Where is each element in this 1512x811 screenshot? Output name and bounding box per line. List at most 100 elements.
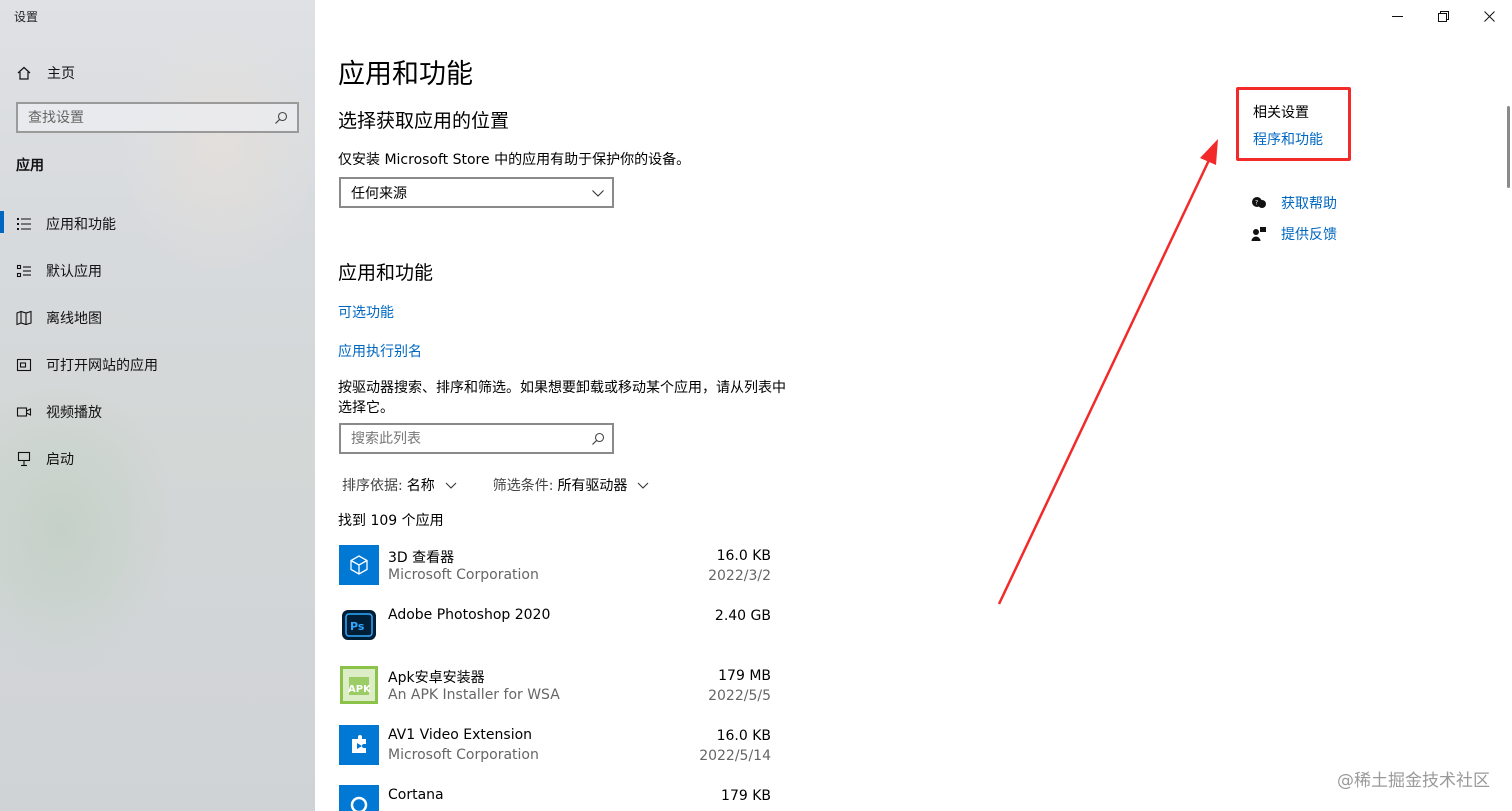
default-apps-icon (16, 263, 32, 279)
offline-maps-icon (16, 310, 32, 326)
app-execution-alias-link[interactable]: 应用执行别名 (338, 341, 422, 361)
startup-icon (16, 451, 32, 467)
app-size: 179 MB (718, 668, 771, 684)
svg-text:Ps: Ps (350, 620, 365, 633)
video-playback-icon (16, 404, 32, 420)
cortana-icon (339, 785, 379, 811)
programs-and-features-link[interactable]: 程序和功能 (1253, 129, 1323, 149)
sidebar-item-apps-features[interactable]: 应用和功能 (0, 200, 315, 247)
av1-extension-icon (339, 725, 379, 765)
sort-dropdown[interactable]: 排序依据: 名称 (342, 475, 459, 495)
app-name: Apk安卓安装器 (388, 670, 485, 686)
source-section-description: 仅安装 Microsoft Store 中的应用有助于保护你的设备。 (338, 152, 691, 168)
apps-features-icon (16, 216, 32, 232)
chevron-down-icon (590, 185, 606, 201)
help-chat-icon: ? (1251, 195, 1267, 211)
apps-for-websites-icon (16, 357, 32, 373)
source-section-heading: 选择获取应用的位置 (338, 110, 510, 132)
home-nav-item[interactable]: 主页 (16, 62, 296, 84)
app-date: 2022/3/2 (708, 568, 771, 584)
close-button[interactable] (1466, 0, 1512, 32)
photoshop-icon: Ps (339, 605, 379, 645)
sort-value: 名称 (406, 478, 435, 494)
svg-text:?: ? (1255, 200, 1258, 207)
close-icon (1483, 7, 1495, 26)
restore-icon (1437, 7, 1449, 26)
window-controls (1374, 0, 1512, 32)
app-size: 2.40 GB (714, 608, 771, 624)
minimize-icon (1391, 7, 1403, 26)
app-size: 179 KB (721, 788, 771, 804)
app-size: 16.0 KB (716, 728, 771, 744)
page-title: 应用和功能 (338, 59, 473, 90)
filter-value: 所有驱动器 (557, 478, 628, 494)
app-list-item[interactable]: 3D 查看器 Microsoft Corporation 16.0 KB 202… (339, 545, 771, 605)
main-content: 应用和功能 选择获取应用的位置 仅安装 Microsoft Store 中的应用… (315, 0, 1512, 811)
window-title: 设置 (14, 10, 39, 24)
settings-search-input[interactable] (28, 109, 258, 126)
app-name: Adobe Photoshop 2020 (388, 607, 551, 623)
apk-installer-icon: APK (339, 665, 379, 705)
search-icon[interactable] (273, 110, 289, 126)
give-feedback-label: 提供反馈 (1281, 227, 1337, 243)
chevron-down-icon (635, 477, 651, 493)
app-publisher: An APK Installer for WSA (388, 687, 560, 703)
app-list-search-box[interactable] (339, 423, 614, 454)
app-list-item[interactable]: AV1 Video Extension Microsoft Corporatio… (339, 725, 771, 785)
app-list-item[interactable]: Ps Adobe Photoshop 2020 2.40 GB (339, 605, 771, 665)
app-list: 3D 查看器 Microsoft Corporation 16.0 KB 202… (339, 545, 771, 811)
scrollbar[interactable] (1507, 106, 1510, 188)
sort-key-label: 排序依据: (342, 478, 403, 494)
app-publisher: Microsoft Corporation (388, 747, 539, 763)
settings-search-box[interactable] (16, 102, 299, 133)
search-icon[interactable] (590, 431, 606, 447)
app-name: 3D 查看器 (388, 550, 455, 566)
app-count-text: 找到 109 个应用 (338, 513, 444, 529)
sidebar-nav: 应用和功能 默认应用 离线地图 可打开网站的应用 视频播放 启动 (0, 200, 315, 482)
related-settings-title: 相关设置 (1253, 105, 1309, 121)
sidebar-item-label: 启动 (46, 451, 74, 468)
app-size: 16.0 KB (716, 548, 771, 564)
apps-section-heading: 应用和功能 (338, 262, 434, 284)
app-date: 2022/5/5 (708, 688, 771, 704)
sidebar-item-apps-for-websites[interactable]: 可打开网站的应用 (0, 341, 315, 388)
sidebar-item-label: 离线地图 (46, 310, 102, 327)
sidebar-item-label: 视频播放 (46, 404, 102, 421)
sidebar-section-label: 应用 (16, 158, 44, 174)
feedback-person-icon (1251, 226, 1267, 242)
svg-text:APK: APK (348, 684, 372, 695)
app-name: Cortana (388, 787, 444, 803)
sidebar-item-startup[interactable]: 启动 (0, 435, 315, 482)
3d-viewer-icon (339, 545, 379, 585)
restore-button[interactable] (1420, 0, 1466, 32)
home-label: 主页 (47, 66, 75, 82)
watermark-text: @稀土掘金技术社区 (1337, 771, 1490, 791)
filter-dropdown[interactable]: 筛选条件: 所有驱动器 (493, 475, 652, 495)
app-name: AV1 Video Extension (388, 727, 533, 743)
apps-section-description: 按驱动器搜索、排序和筛选。如果想要卸载或移动某个应用，请从列表中选择它。 (338, 380, 786, 416)
sort-filter-row: 排序依据: 名称 筛选条件: 所有驱动器 (342, 475, 685, 495)
related-settings-highlight: 相关设置 程序和功能 (1236, 87, 1351, 161)
app-publisher: Microsoft Corporation (388, 567, 539, 583)
home-icon (16, 65, 32, 81)
filter-key-label: 筛选条件: (492, 478, 554, 494)
optional-features-link[interactable]: 可选功能 (338, 302, 394, 322)
get-help-label: 获取帮助 (1281, 196, 1337, 212)
sidebar: 设置 主页 应用 应用和功能 默认应用 离线地图 (0, 0, 315, 811)
app-date: 2022/5/14 (699, 748, 771, 764)
sidebar-item-label: 应用和功能 (46, 216, 116, 233)
sidebar-item-offline-maps[interactable]: 离线地图 (0, 294, 315, 341)
sidebar-item-label: 可打开网站的应用 (46, 357, 158, 374)
app-source-dropdown[interactable]: 任何来源 (339, 177, 614, 208)
sidebar-item-label: 默认应用 (46, 263, 102, 280)
sidebar-item-video-playback[interactable]: 视频播放 (0, 388, 315, 435)
sidebar-item-default-apps[interactable]: 默认应用 (0, 247, 315, 294)
app-list-item[interactable]: Cortana 179 KB (339, 785, 771, 811)
get-help-link[interactable]: ? 获取帮助 (1251, 193, 1337, 213)
app-list-search-input[interactable] (351, 430, 581, 447)
app-list-item[interactable]: APK Apk安卓安装器 An APK Installer for WSA 17… (339, 665, 771, 725)
app-source-dropdown-value: 任何来源 (351, 185, 407, 202)
minimize-button[interactable] (1374, 0, 1420, 32)
chevron-down-icon (443, 477, 459, 493)
give-feedback-link[interactable]: 提供反馈 (1251, 224, 1337, 244)
